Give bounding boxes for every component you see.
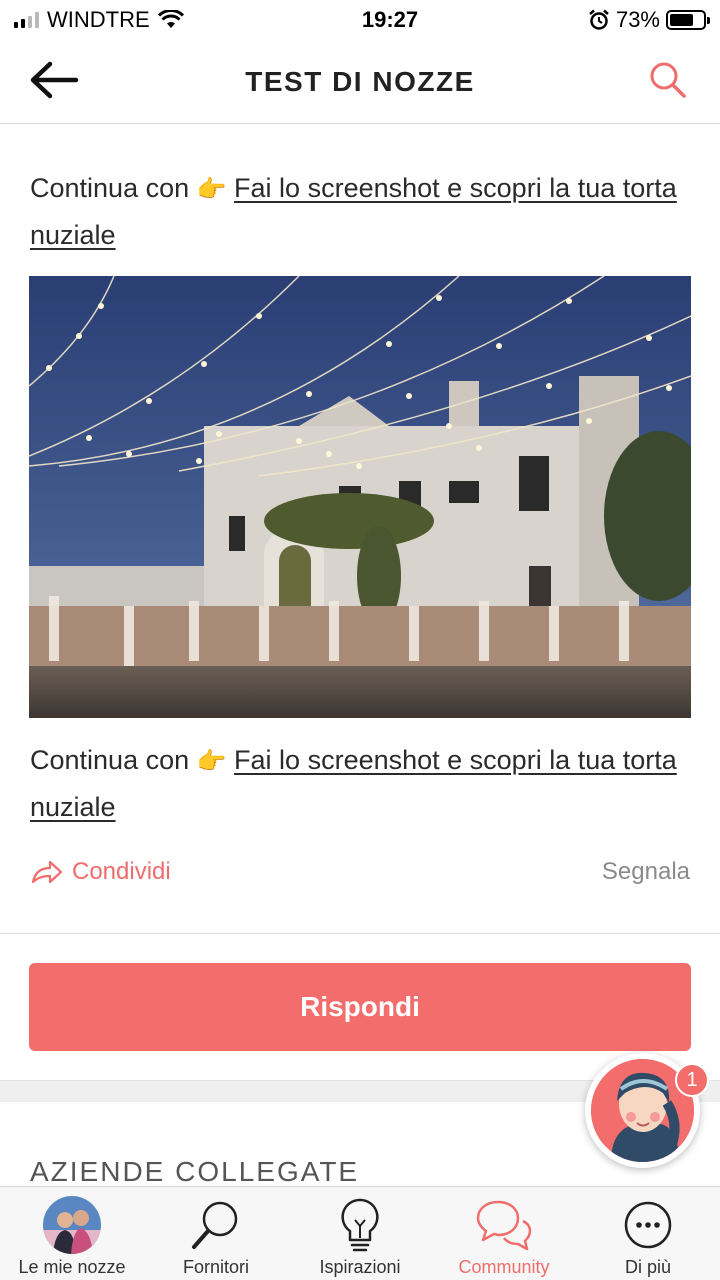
tab-community[interactable]: Community [432,1187,576,1280]
wifi-icon [157,10,184,28]
notification-badge: 1 [675,1063,709,1097]
reply-button[interactable]: Rispondi [29,963,691,1051]
tab-le-mie-nozze[interactable]: Le mie nozze [0,1187,144,1280]
divider [0,933,720,934]
tab-label: Community [458,1257,550,1277]
page-title: TEST DI NOZZE [245,65,475,97]
tab-label: Di più [624,1257,672,1277]
tab-label: Ispirazioni [319,1257,401,1277]
wedding-venue-photo [29,276,691,718]
clock: 19:27 [361,7,419,32]
magnifier-icon [192,1201,238,1249]
post-prefix: Continua con [30,745,190,775]
carrier-name: WINDTRE [47,7,150,32]
alarm-icon [589,9,609,30]
tab-label: Le mie nozze [18,1257,126,1277]
back-arrow-icon[interactable] [28,60,80,100]
report-link[interactable]: Segnala [602,858,690,886]
status-bar: WINDTRE 19:27 73% [0,0,720,40]
more-dots-icon [624,1201,672,1249]
lightbulb-icon [341,1198,379,1252]
post-prefix: Continua con [30,173,190,203]
top-app-bar: TEST DI NOZZE [0,40,720,124]
share-label: Condividi [72,858,171,885]
chat-bubbles-icon [476,1200,532,1251]
tab-di-piu[interactable]: Di più [576,1187,720,1280]
avatar [43,1196,101,1254]
post-actions: Condividi Segnala [30,852,690,892]
pointing-hand-icon: 👉 [196,747,227,775]
pointing-hand-icon: 👉 [196,175,227,203]
share-arrow-icon [31,860,63,884]
bottom-tab-bar: Le mie nozze Fornitori Ispirazioni Commu… [0,1186,720,1280]
tab-label: Fornitori [182,1257,249,1277]
tab-fornitori[interactable]: Fornitori [144,1187,288,1280]
tab-ispirazioni[interactable]: Ispirazioni [288,1187,432,1280]
signal-icon [14,12,39,28]
post-text-top: Continua con 👉 Fai lo screenshot e scopr… [30,165,700,258]
battery-percent: 73% [615,7,660,32]
share-button[interactable]: Condividi [30,858,171,886]
post-text-bottom: Continua con 👉 Fai lo screenshot e scopr… [30,737,700,830]
related-companies-heading: AZIENDE COLLEGATE [30,1156,360,1187]
search-icon[interactable] [648,60,688,100]
battery-icon [666,10,710,30]
